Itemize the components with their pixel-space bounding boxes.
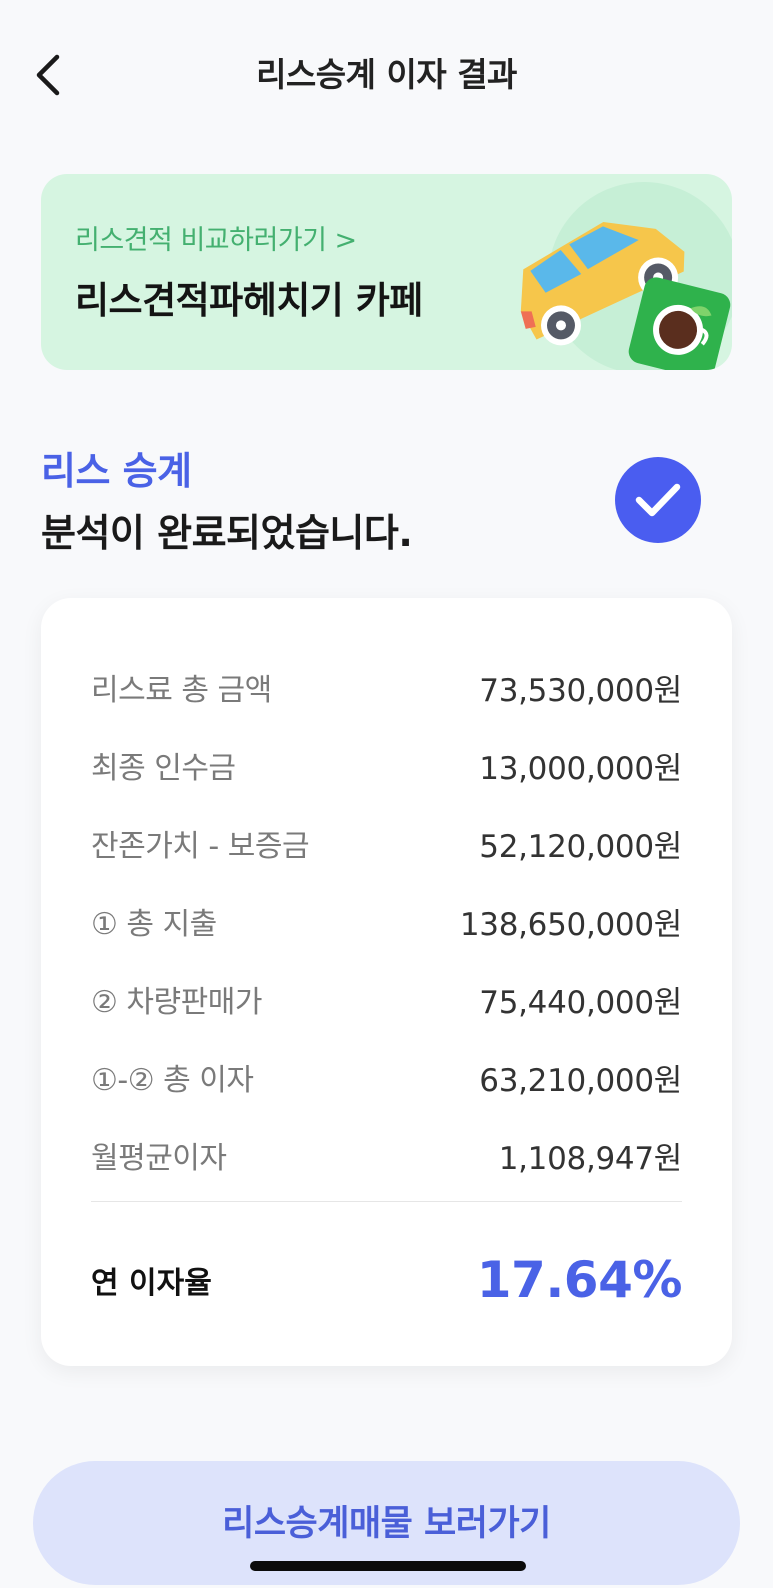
row-value: 73,530,000원 [479,672,682,709]
row-value: 63,210,000원 [479,1062,682,1099]
summary-row-vehicle-price: ② 차량판매가 75,440,000원 [91,960,682,1038]
summary-row-residual-deposit: 잔존가치 - 보증금 52,120,000원 [91,804,682,882]
result-subtitle: 분석이 완료되었습니다. [41,511,413,555]
summary-row-total-lease: 리스료 총 금액 73,530,000원 [91,648,682,726]
annual-rate-label: 연 이자율 [91,1266,212,1301]
row-value: 1,108,947원 [498,1140,683,1177]
check-icon [635,483,681,517]
result-heading: 리스 승계 분석이 완료되었습니다. [41,440,413,557]
chevron-right-icon: > [334,225,357,256]
row-label: ①-② 총 이자 [91,1063,254,1098]
result-title: 리스 승계 [41,449,192,493]
row-value: 138,650,000원 [459,906,682,943]
summary-list: 리스료 총 금액 73,530,000원 최종 인수금 13,000,000원 … [91,648,682,1194]
row-label: 리스료 총 금액 [91,673,272,708]
banner-subtitle-text: 리스견적 비교하러가기 [75,225,327,256]
summary-row-final-purchase: 최종 인수금 13,000,000원 [91,726,682,804]
car-icon [520,182,732,370]
divider [91,1201,682,1202]
row-value: 13,000,000원 [479,750,682,787]
summary-row-total-spend: ① 총 지출 138,650,000원 [91,882,682,960]
banner-subtitle: 리스견적 비교하러가기 > [75,218,357,257]
row-value: 52,120,000원 [479,828,682,865]
banner-title: 리스견적파헤치기 카페 [75,279,423,322]
summary-row-monthly-interest: 월평균이자 1,108,947원 [91,1116,682,1194]
view-listings-label: 리스승계매물 보러가기 [222,1504,551,1544]
check-badge [615,457,701,543]
annual-rate-row: 연 이자율 17.64% [91,1240,683,1320]
row-label: 잔존가치 - 보증금 [91,829,310,864]
cafe-banner[interactable]: 리스견적 비교하러가기 > 리스견적파헤치기 카페 [41,174,732,370]
row-value: 75,440,000원 [479,984,682,1021]
page-title: 리스승계 이자 결과 [256,55,517,94]
summary-row-total-interest: ①-② 총 이자 63,210,000원 [91,1038,682,1116]
row-label: ① 총 지출 [91,907,217,942]
row-label: 최종 인수금 [91,751,236,786]
summary-card: 리스료 총 금액 73,530,000원 최종 인수금 13,000,000원 … [41,598,732,1366]
row-label: 월평균이자 [91,1141,227,1176]
app-header: 리스승계 이자 결과 [0,0,773,150]
annual-rate-value: 17.64% [476,1251,683,1309]
home-indicator [250,1561,526,1571]
row-label: ② 차량판매가 [91,985,262,1020]
